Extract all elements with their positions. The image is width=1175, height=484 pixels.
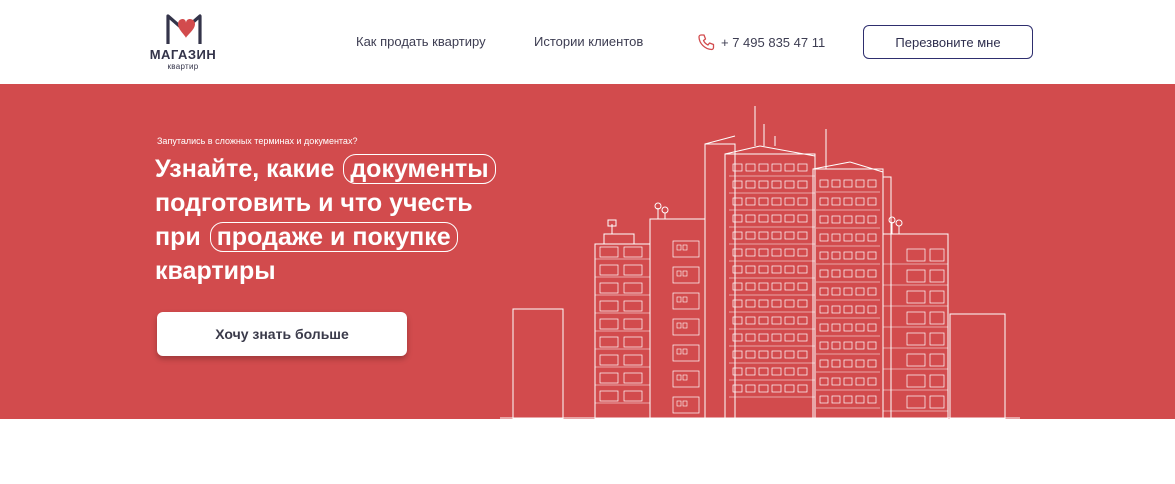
phone-icon [698, 34, 715, 51]
logo-mark-icon [166, 14, 202, 44]
logo-subtitle: квартир [167, 62, 199, 71]
phone-number: + 7 495 835 47 11 [721, 34, 826, 50]
nav-link-client-stories[interactable]: Истории клиентов [534, 34, 643, 50]
phone-contact[interactable]: + 7 495 835 47 11 [697, 33, 825, 51]
logo[interactable]: МАГАЗИН квартир [140, 12, 220, 74]
headline-pill-documents: документы [343, 154, 496, 184]
hero-section: Запутались в сложных терминах и документ… [0, 84, 1175, 419]
headline-text: при [155, 223, 201, 251]
learn-more-button[interactable]: Хочу знать больше [157, 312, 407, 356]
hero-eyebrow: Запутались в сложных терминах и документ… [157, 136, 358, 146]
nav-link-how-to-sell[interactable]: Как продать квартиру [356, 34, 486, 50]
headline-text: Узнайте, какие [155, 155, 335, 183]
logo-name: МАГАЗИН [149, 47, 217, 62]
callback-button[interactable]: Перезвоните мне [863, 25, 1033, 59]
headline-pill-sale: продаже и покупке [209, 222, 458, 252]
building-illustration [500, 106, 1020, 419]
site-header: МАГАЗИН квартир Как продать квартиру Ист… [0, 0, 1175, 84]
